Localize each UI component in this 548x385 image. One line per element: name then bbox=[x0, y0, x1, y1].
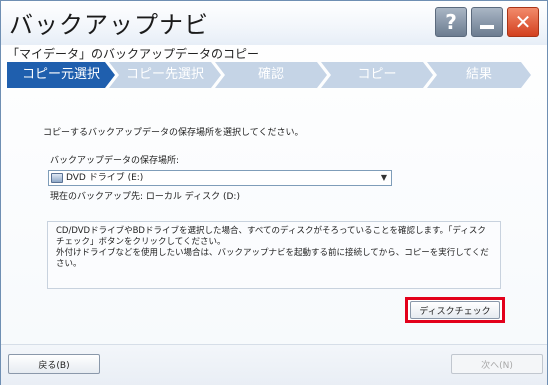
notice-line: CD/DVDドライブやBDドライブを選択した場合、すべてのディスクがそろっている… bbox=[56, 226, 486, 247]
page-subtitle: 「マイデータ」のバックアップデータのコピー bbox=[7, 47, 260, 61]
minimize-icon bbox=[480, 25, 494, 29]
app-title: バックアップナビ bbox=[9, 11, 209, 39]
step-label: コピー先選択 bbox=[125, 67, 204, 82]
wizard-steps: コピー元選択 コピー先選択 確認 コピー 結果 bbox=[7, 62, 525, 88]
backup-navi-window: バックアップナビ ? ✕ 「マイデータ」のバックアップデータのコピー コピー元選… bbox=[0, 0, 548, 385]
footer-bar: 戻る(B) 次へ(N) bbox=[1, 344, 547, 385]
step-label: コピー元選択 bbox=[21, 67, 100, 82]
step-source-select: コピー元選択 bbox=[7, 62, 115, 88]
next-button[interactable]: 次へ(N) bbox=[451, 354, 543, 374]
current-destination: 現在のバックアップ先: ローカル ディスク (D:) bbox=[50, 192, 240, 202]
dropdown-arrow-icon[interactable]: ▼ bbox=[381, 171, 387, 185]
step-result: 結果 bbox=[427, 62, 531, 88]
location-select[interactable]: DVD ドライブ (E:) ▼ bbox=[48, 170, 392, 186]
minimize-button[interactable] bbox=[471, 7, 503, 37]
close-button[interactable]: ✕ bbox=[507, 7, 539, 37]
step-destination-select: コピー先選択 bbox=[109, 62, 221, 88]
notice-box: CD/DVDドライブやBDドライブを選択した場合、すべてのディスクがそろっている… bbox=[47, 221, 501, 289]
main-content: コピーするバックアップデータの保存場所を選択してください。 バックアップデータの… bbox=[1, 97, 547, 337]
help-button[interactable]: ? bbox=[435, 7, 467, 37]
window-controls: ? ✕ bbox=[435, 7, 539, 37]
back-button[interactable]: 戻る(B) bbox=[8, 354, 100, 374]
disk-check-button[interactable]: ディスクチェック bbox=[410, 301, 500, 319]
disk-check-highlight: ディスクチェック bbox=[405, 297, 505, 323]
location-selected-value: DVD ドライブ (E:) bbox=[66, 173, 144, 183]
location-label: バックアップデータの保存場所: bbox=[50, 156, 180, 166]
step-label: コピー bbox=[357, 67, 397, 82]
title-bar: バックアップナビ ? ✕ bbox=[1, 1, 547, 45]
close-icon: ✕ bbox=[514, 10, 532, 34]
step-label: 確認 bbox=[257, 67, 284, 82]
instruction-text: コピーするバックアップデータの保存場所を選択してください。 bbox=[43, 128, 304, 138]
step-copy: コピー bbox=[321, 62, 433, 88]
step-confirm: 確認 bbox=[215, 62, 327, 88]
dvd-drive-icon bbox=[51, 173, 63, 183]
notice-line: 外付けドライブなどを使用したい場合は、バックアップナビを起動する前に接続してから… bbox=[56, 248, 489, 269]
step-label: 結果 bbox=[465, 67, 492, 82]
help-icon: ? bbox=[445, 10, 457, 34]
